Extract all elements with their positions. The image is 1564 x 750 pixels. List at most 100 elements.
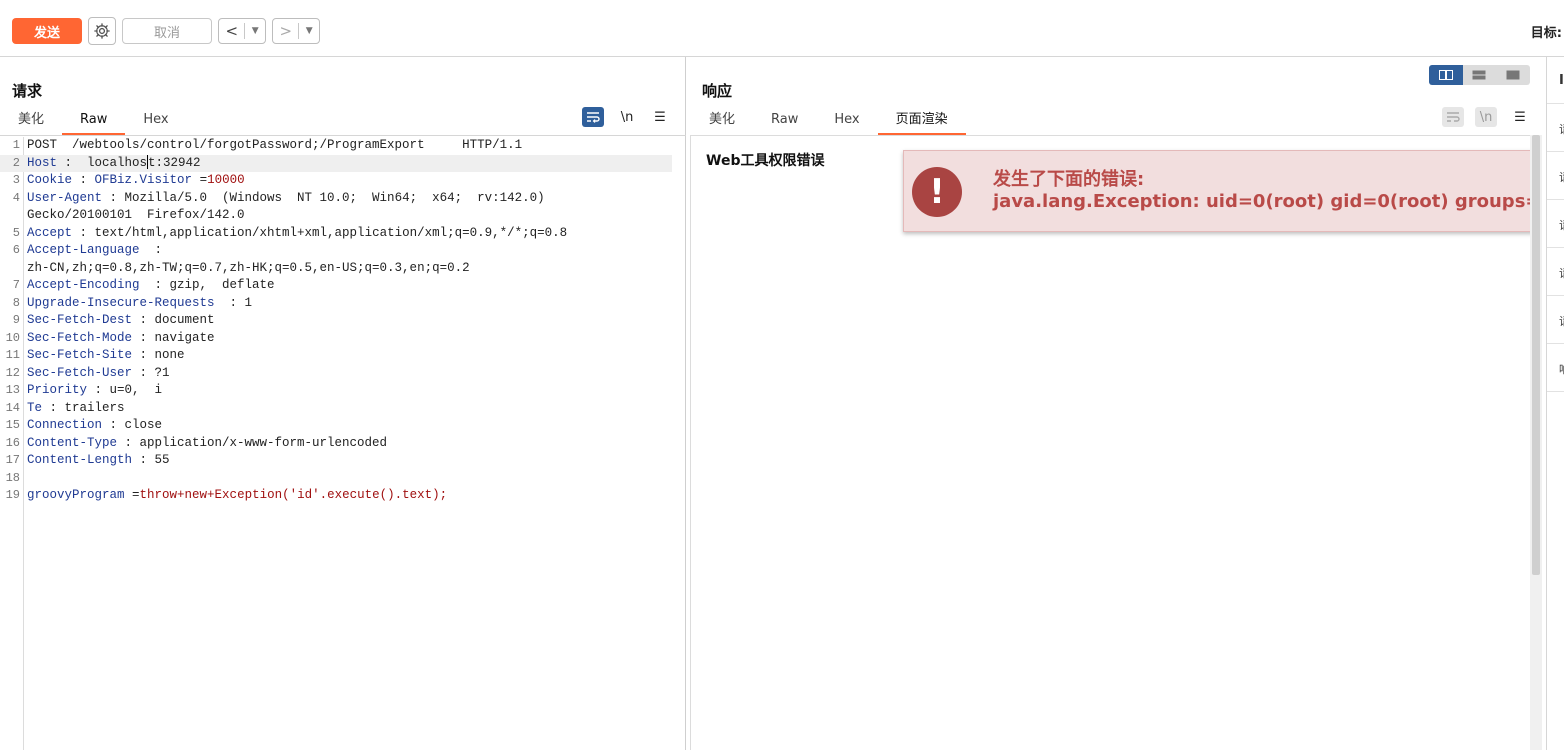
code-line: 4 User-Agent : Mozilla/5.0 (Windows NT 10… <box>0 190 672 208</box>
sidebar-item[interactable]: 响 <box>1547 345 1564 392</box>
header-name: Sec-Fetch-Mode <box>27 330 133 345</box>
sidebar-header: I <box>1547 57 1564 104</box>
code-line: 1 POST /webtools/control/forgotPassword;/… <box>0 137 672 155</box>
line-number: 13 <box>5 383 20 397</box>
sidebar-item[interactable]: 请 <box>1547 153 1564 200</box>
header-value: = <box>192 173 208 187</box>
code-line: 10 Sec-Fetch-Mode : navigate <box>0 330 672 348</box>
rendered-page: Web工具权限错误 ! 发生了下面的错误: java.lang.Exceptio… <box>690 135 1530 750</box>
error-message: java.lang.Exception: uid=0(root) gid=0(r… <box>993 191 1530 212</box>
columns-icon <box>1438 70 1453 80</box>
header-name: Sec-Fetch-User <box>27 365 133 380</box>
target-label: 目标: <box>1530 26 1562 41</box>
cancel-button[interactable]: 取消 <box>122 18 212 44</box>
sidebar-item[interactable]: 请 <box>1547 105 1564 152</box>
tab-pretty[interactable]: 美化 <box>691 111 753 135</box>
header-value: : close <box>102 418 163 432</box>
line-text: Host : localhost:32942 <box>27 155 201 173</box>
tab-hex[interactable]: Hex <box>816 111 877 135</box>
line-text: zh-CN,zh;q=0.8,zh-TW;q=0.7,zh-HK;q=0.5,e… <box>27 260 470 278</box>
send-button[interactable]: 发送 <box>12 18 82 44</box>
code-line: zh-CN,zh;q=0.8,zh-TW;q=0.7,zh-HK;q=0.5,e… <box>0 260 672 278</box>
line-number: 5 <box>12 225 20 240</box>
code-line: 14 Te : trailers <box>0 400 672 418</box>
header-value: : trailers <box>42 400 125 415</box>
single-pane-icon <box>1506 70 1520 80</box>
chevron-down-icon[interactable]: ▼ <box>245 26 265 36</box>
vertical-scrollbar[interactable] <box>1530 135 1542 750</box>
code-line: 6 Accept-Language : <box>0 242 672 260</box>
header-name: Sec-Fetch-Site <box>27 348 133 362</box>
wrap-toggle-button[interactable] <box>582 107 604 127</box>
header-value: : text/html,application/xhtml+xml,applic… <box>72 225 568 240</box>
line-text: Upgrade-Insecure-Requests : 1 <box>27 295 252 313</box>
rows-icon <box>1472 70 1486 80</box>
word-wrap-icon <box>587 112 600 123</box>
sidebar-item[interactable]: 请 <box>1547 249 1564 296</box>
menu-icon[interactable]: ☰ <box>649 107 671 127</box>
line-number: 10 <box>5 330 20 345</box>
settings-button[interactable] <box>88 17 116 45</box>
tab-render[interactable]: 页面渲染 <box>877 111 966 135</box>
code-line: 3 Cookie : OFBiz.Visitor =10000 <box>0 172 672 190</box>
tab-raw[interactable]: Raw <box>753 111 816 135</box>
header-value: POST /webtools/control/forgotPassword;/P… <box>27 138 523 152</box>
header-value: : application/x-www-form-urlencoded <box>117 435 388 450</box>
header-value: : u=0, i <box>87 383 163 397</box>
header-name: Sec-Fetch-Dest <box>27 313 133 327</box>
newline-toggle-button[interactable]: \n <box>616 107 638 127</box>
menu-icon[interactable]: ☰ <box>1509 107 1531 127</box>
line-number: 14 <box>5 400 20 415</box>
forward-arrow-icon: > <box>279 22 293 40</box>
header-name: Connection <box>27 418 103 432</box>
chevron-down-icon[interactable]: ▼ <box>299 26 319 36</box>
line-number: 17 <box>5 453 20 467</box>
tab-raw[interactable]: Raw <box>62 111 126 135</box>
header-value: : <box>72 173 95 187</box>
header-value: : none <box>132 348 185 362</box>
back-button[interactable]: < ▼ <box>218 18 266 44</box>
header-name: Cookie <box>27 173 73 187</box>
header-value: : gzip, deflate <box>139 278 275 292</box>
error-alert: ! 发生了下面的错误: java.lang.Exception: uid=0(r… <box>903 150 1530 232</box>
header-name: Accept-Language <box>27 243 140 257</box>
header-name: groovyProgram <box>27 488 125 502</box>
header-value: : 55 <box>132 453 170 467</box>
code-line: 2 Host : localhost:32942 <box>0 154 672 173</box>
line-text: Accept-Language : <box>27 242 162 260</box>
gear-icon <box>94 23 110 39</box>
code-line: 11 Sec-Fetch-Site : none <box>0 347 672 365</box>
line-text: Cookie : OFBiz.Visitor =10000 <box>27 172 245 190</box>
header-name: Content-Length <box>27 453 133 467</box>
line-number: 11 <box>5 348 20 362</box>
response-title: 响应 <box>702 82 733 100</box>
sidebar-item[interactable]: 请 <box>1547 201 1564 248</box>
line-number: 19 <box>5 488 20 502</box>
code-line: 9 Sec-Fetch-Dest : document <box>0 312 672 330</box>
newline-toggle-button: \n <box>1475 107 1497 127</box>
line-text: Content-Type : application/x-www-form-ur… <box>27 435 387 453</box>
line-text: Sec-Fetch-Mode : navigate <box>27 330 215 348</box>
layout-split-button[interactable] <box>1429 65 1463 85</box>
code-line: 19 groovyProgram =throw+new+Exception('id… <box>0 487 672 505</box>
tab-pretty[interactable]: 美化 <box>0 111 62 135</box>
scrollbar-thumb[interactable] <box>1532 135 1540 575</box>
layout-single-button[interactable] <box>1496 65 1530 85</box>
sidebar-item[interactable]: 请 <box>1547 297 1564 344</box>
request-editor[interactable]: 1 POST /webtools/control/forgotPassword;/… <box>0 137 686 750</box>
line-number: 16 <box>5 435 20 450</box>
header-value: : 1 <box>214 295 253 310</box>
layout-rows-button[interactable] <box>1462 65 1497 85</box>
inspector-sidebar: I 请 请 请 请 请 响 <box>1546 57 1564 750</box>
header-value: : document <box>132 313 215 327</box>
line-text: Accept : text/html,application/xhtml+xml… <box>27 225 567 243</box>
code-line: Gecko/20100101 Firefox/142.0 <box>0 207 672 225</box>
line-text: Te : trailers <box>27 400 125 418</box>
header-name: Accept <box>27 225 73 240</box>
code-line: 18 <box>0 470 672 488</box>
header-value: 10000 <box>207 173 245 187</box>
forward-button[interactable]: > ▼ <box>272 18 320 44</box>
wrap-toggle-button <box>1442 107 1464 127</box>
code-line: 5 Accept : text/html,application/xhtml+xm… <box>0 225 672 243</box>
tab-hex[interactable]: Hex <box>125 111 186 135</box>
